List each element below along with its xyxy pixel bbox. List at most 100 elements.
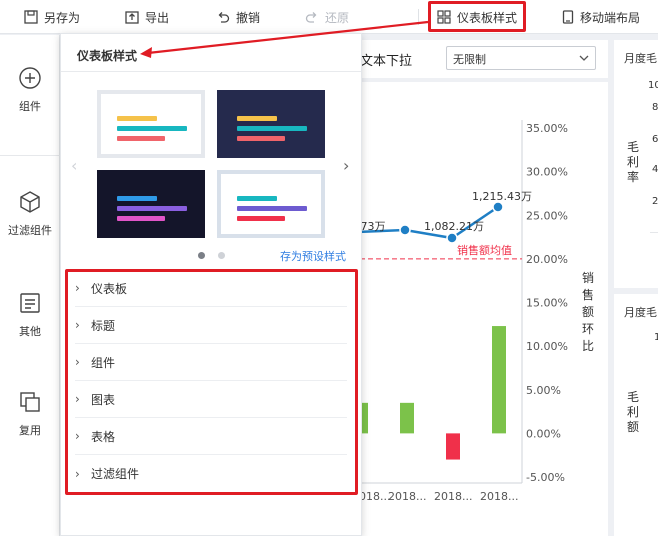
thumb-bar xyxy=(237,116,277,121)
app-root: 另存为 导出 撤销 还原 仪表板样式 移动端布局 组件 过滤组件 其他 复用 文… xyxy=(0,0,658,536)
menu-item-title[interactable]: › 标题 xyxy=(75,307,347,344)
chevron-down-icon xyxy=(579,55,589,61)
menu-item-table[interactable]: › 表格 xyxy=(75,418,347,455)
sidebar-item-reuse[interactable]: 复用 xyxy=(0,390,60,438)
thumb-bar xyxy=(237,196,277,201)
menu-item-chart[interactable]: › 图表 xyxy=(75,381,347,418)
axis-tick: 4 xyxy=(652,164,658,175)
bar xyxy=(446,433,460,460)
y2-tick-label: 5.00% xyxy=(526,384,561,397)
y2-tick-label: 15.00% xyxy=(526,297,568,310)
line-point xyxy=(446,232,458,244)
chevron-right-icon: › xyxy=(75,466,80,481)
export-button[interactable]: 导出 xyxy=(125,0,169,34)
y2-tick-label: 20.00% xyxy=(526,253,568,266)
axis-char: 毛 xyxy=(626,140,639,154)
y2-axis-label-char: 销 xyxy=(582,271,594,285)
thumb-bar xyxy=(117,196,157,201)
menu-item-filter-component[interactable]: › 过滤组件 xyxy=(75,455,347,492)
right-card-margin-rate: 月度毛 10 8 6 4 2 毛 利 率 xyxy=(614,40,658,288)
y2-axis-label-char: 环 xyxy=(582,322,594,336)
y2-axis-label-char: 售 xyxy=(582,287,594,302)
chevron-right-icon: › xyxy=(75,355,80,369)
combo-chart: 35.00% 30.00% 25.00% 20.00% 15.00% 10.00% 5.00… xyxy=(350,120,594,503)
bar xyxy=(492,326,506,434)
x-tick-label: 2018... xyxy=(360,490,390,503)
redo-button[interactable]: 还原 xyxy=(305,0,349,34)
toolbar: 另存为 导出 撤销 还原 仪表板样式 移动端布局 xyxy=(0,0,658,34)
chevron-right-icon: › xyxy=(75,281,80,295)
theme-thumbnail-light[interactable] xyxy=(97,90,205,158)
thumb-bar xyxy=(117,126,187,131)
line-data-label: 1,215.43万 xyxy=(472,190,532,203)
axis-char: 利 xyxy=(626,405,639,419)
filter-label: 文本下拉 xyxy=(360,54,413,69)
export-label: 导出 xyxy=(145,10,170,25)
y2-tick-label: 35.00% xyxy=(526,122,568,135)
undo-button[interactable]: 撤销 xyxy=(216,0,260,34)
line-point xyxy=(399,224,411,236)
save-as-button[interactable]: 另存为 xyxy=(24,0,80,34)
axis-tick: 1 xyxy=(654,332,658,343)
chevron-right-icon: › xyxy=(75,392,80,406)
undo-icon xyxy=(218,12,230,23)
mobile-layout-button[interactable]: 移动端布局 xyxy=(562,0,640,34)
menu-item-label: 组件 xyxy=(91,355,116,370)
sidebar-item-other[interactable]: 其他 xyxy=(0,291,60,339)
save-as-label: 另存为 xyxy=(44,10,81,25)
export-icon xyxy=(125,11,139,24)
axis-char: 毛 xyxy=(626,390,639,404)
card-title: 月度毛 xyxy=(624,52,657,65)
y-axis-label: 毛 利 额 xyxy=(626,390,640,435)
sidebar-item-filter[interactable]: 过滤组件 xyxy=(0,190,60,238)
theme-thumbnail-dark[interactable] xyxy=(97,170,205,238)
axis-char: 利 xyxy=(626,155,639,169)
sidebar-item-label: 过滤组件 xyxy=(8,224,52,237)
copy-icon xyxy=(20,392,40,412)
save-preset-link[interactable]: 存为预设样式 xyxy=(280,248,346,264)
undo-label: 撤销 xyxy=(236,10,261,25)
y2-tick-label: 0.00% xyxy=(526,427,561,440)
menu-item-label: 图表 xyxy=(91,392,116,407)
chart-card: 35.00% 30.00% 25.00% 20.00% 15.00% 10.00% 5.00… xyxy=(350,82,608,536)
thumb-bar xyxy=(117,216,165,221)
menu-item-label: 表格 xyxy=(91,429,116,444)
plus-circle-icon xyxy=(19,67,41,89)
redo-label: 还原 xyxy=(325,10,350,25)
thumb-bar xyxy=(117,206,187,211)
menu-item-component[interactable]: › 组件 xyxy=(75,344,347,381)
toolbar-divider xyxy=(418,9,419,25)
line-point xyxy=(492,201,504,213)
line-data-label: 1,082.21万 xyxy=(424,220,484,233)
carousel-dot-active[interactable] xyxy=(198,252,205,259)
thumb-bar xyxy=(237,126,307,131)
axis-tick: 8 xyxy=(652,102,658,113)
gridline xyxy=(650,232,658,233)
theme-thumbnail-pastel[interactable] xyxy=(217,170,325,238)
y-axis-label: 毛 利 率 xyxy=(626,140,640,185)
menu-item-label: 标题 xyxy=(91,318,116,333)
axis-tick: 2 xyxy=(652,196,658,207)
theme-thumbnail-navy[interactable] xyxy=(217,90,325,158)
line-data-label: ...73万 xyxy=(360,220,386,233)
y2-axis-label-char: 额 xyxy=(582,305,594,319)
x-tick-label: 2018... xyxy=(480,490,518,503)
y2-tick-label: 10.00% xyxy=(526,340,568,353)
card-title: 月度毛 xyxy=(624,306,657,319)
prev-arrow-icon[interactable]: ‹ xyxy=(71,156,77,175)
filter-select[interactable]: 无限制 xyxy=(446,46,596,70)
redo-icon xyxy=(305,12,317,23)
mobile-layout-label: 移动端布局 xyxy=(580,10,641,25)
next-arrow-icon[interactable]: › xyxy=(343,156,349,175)
chevron-right-icon: › xyxy=(75,318,80,332)
carousel-dot[interactable] xyxy=(218,252,225,259)
menu-item-dashboard[interactable]: › 仪表板 xyxy=(75,270,347,307)
dashboard-style-highlight xyxy=(428,1,526,32)
axis-tick: 10 xyxy=(648,80,658,91)
cube-icon xyxy=(20,191,40,213)
save-icon xyxy=(24,10,38,24)
chevron-right-icon: › xyxy=(75,429,80,443)
reference-line-label: 销售额均值 xyxy=(457,243,512,257)
axis-tick: 6 xyxy=(652,134,658,145)
sidebar-item-component[interactable]: 组件 xyxy=(0,66,60,114)
